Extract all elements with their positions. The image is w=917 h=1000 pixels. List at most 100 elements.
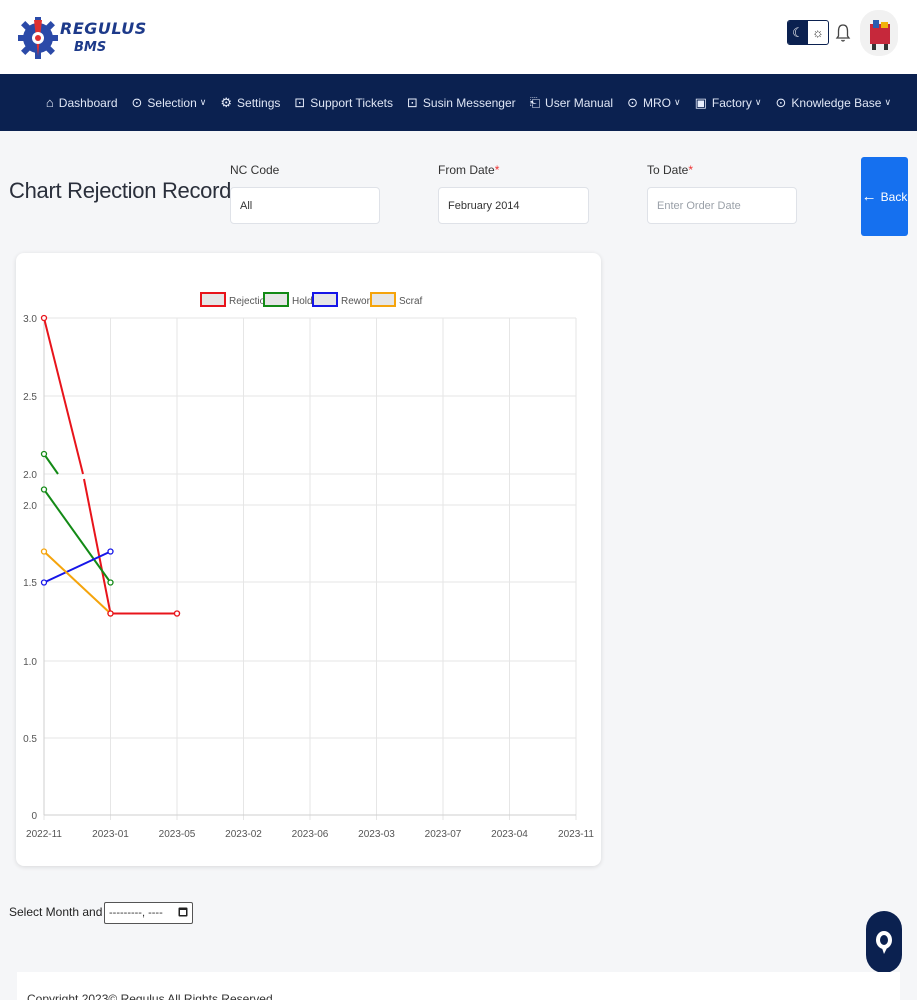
series-rejection (107, 610, 181, 617)
logo-line1: REGULUS (60, 19, 147, 38)
data-point (40, 548, 48, 555)
to-date-label: To Date* (647, 163, 694, 177)
nav-item-user-manual[interactable]: ⎗ User Manual (530, 95, 613, 111)
rejection-line-chart: 3.0 2.5 2.0 2.0 1.5 1.0 0.5 0 2022-11 2023-01 2023… (23, 292, 594, 840)
user-avatar[interactable] (860, 10, 898, 56)
chevron-down-icon: ∨ (754, 97, 762, 107)
to-date-input[interactable]: Enter Order Date (647, 187, 797, 224)
nav-item-factory[interactable]: ▣ Factory ∨ (695, 95, 762, 111)
check-circle-icon: ⊙ (131, 94, 143, 110)
clipboard-icon: ⎗ (529, 94, 541, 110)
nav-item-label: Selection (147, 95, 197, 110)
series-rejection (83, 478, 181, 617)
data-point (107, 610, 114, 617)
calendar-icon[interactable] (178, 906, 188, 920)
id-card-icon: ▣ (694, 94, 707, 110)
bell-icon[interactable] (834, 22, 852, 44)
arrow-left-icon: ← (861, 188, 877, 205)
series-line-hold (43, 488, 112, 584)
legend-swatch (200, 292, 226, 307)
logo-line2: BMS (74, 40, 107, 55)
nav-item-label: Settings (237, 95, 281, 110)
data-point (40, 450, 48, 458)
x-tick-label: 2023-11 (558, 829, 594, 840)
back-button[interactable]: ← Back (861, 157, 908, 236)
theme-toggle[interactable]: ☾ ☼ (787, 20, 829, 45)
gear-logo-icon (17, 12, 59, 62)
data-point (40, 486, 48, 493)
chat-bubble-icon (876, 931, 892, 954)
y-tick-label: 1.0 (23, 657, 37, 668)
nav-item-label: User Manual (545, 95, 614, 110)
top-header: REGULUS BMS ☾ ☼ (0, 0, 917, 74)
x-tick-label: 2023-05 (159, 829, 196, 840)
chat-button[interactable] (866, 911, 902, 973)
nc-code-select[interactable]: All (230, 187, 380, 224)
chevron-down-icon: ∨ (199, 97, 207, 107)
main-navbar: ⌂ Dashboard ⊙ Selection ∨ ⚙ Settings ⊡ Support T… (0, 74, 917, 131)
x-tick-label: 2022-11 (26, 829, 62, 840)
from-date-value: February 2014 (448, 199, 520, 212)
legend-item-rework: Rework (312, 292, 376, 307)
series-line-hold (43, 453, 59, 475)
footer: Copyright 2023© Regulus All Rights Reser… (17, 972, 900, 1000)
y-tick-label: 0 (31, 811, 37, 822)
x-tick-label: 2023-01 (92, 829, 129, 840)
legend-label: Scraf (399, 296, 423, 307)
legend-swatch (370, 292, 396, 307)
series-rejection (40, 314, 84, 475)
back-button-label: Back (880, 189, 908, 204)
y-tick-label: 3.0 (23, 314, 37, 325)
nav-item-dashboard[interactable]: ⌂ Dashboard (46, 95, 118, 110)
series-hold (40, 486, 114, 586)
nav-item-knowledge-base[interactable]: ⊙ Knowledge Base ∨ (775, 95, 891, 111)
chevron-down-icon: ∨ (673, 97, 681, 107)
ticket-icon: ⊡ (294, 94, 306, 110)
nc-code-value: All (240, 199, 253, 212)
data-point (40, 579, 48, 586)
nav-item-label: Factory (711, 95, 752, 110)
data-point (40, 314, 48, 322)
nav-item-support-tickets[interactable]: ⊡ Support Tickets (294, 95, 393, 111)
x-tick-label: 2023-06 (292, 829, 329, 840)
moon-icon[interactable]: ☾ (788, 21, 808, 44)
legend-item-scraf: Scraf (370, 292, 423, 307)
nav-item-label: MRO (642, 95, 671, 110)
nav-item-selection[interactable]: ⊙ Selection ∨ (132, 95, 207, 111)
from-date-input[interactable]: February 2014 (438, 187, 589, 224)
y-tick-label: 1.5 (23, 578, 37, 589)
data-point (107, 548, 114, 555)
page-title: Chart Rejection Record (9, 178, 232, 203)
y-tick-label: 0.5 (23, 734, 37, 745)
gear-icon: ⚙ (220, 94, 233, 110)
chevron-down-icon: ∨ (884, 97, 892, 107)
nav-item-label: Support Tickets (310, 95, 394, 110)
x-tick-label: 2023-02 (225, 829, 262, 840)
data-point (173, 610, 181, 617)
y-tick-label: 2.5 (23, 392, 37, 403)
nav-menu: ⌂ Dashboard ⊙ Selection ∨ ⚙ Settings ⊡ Support T… (0, 74, 917, 131)
month-year-input[interactable]: ---------, ---- (104, 902, 193, 924)
nav-item-label: Susin Messenger (422, 95, 516, 110)
legend-item-rejection: Rejection (200, 292, 271, 307)
y-tick-label: 2.0 (23, 470, 37, 481)
data-point (107, 579, 114, 586)
to-date-placeholder: Enter Order Date (657, 199, 741, 212)
check-circle-icon: ⊙ (775, 94, 787, 110)
month-year-value: ---------, ---- (109, 907, 163, 919)
copyright-text: Copyright 2023© Regulus All Rights Reser… (27, 992, 273, 1000)
x-tick-label: 2023-07 (425, 829, 462, 840)
nav-item-label: Dashboard (58, 95, 118, 110)
y-tick-label: 2.0 (23, 501, 37, 512)
nav-item-label: Knowledge Base (791, 95, 882, 110)
check-circle-icon: ⊙ (627, 94, 638, 110)
x-tick-label: 2023-03 (358, 829, 395, 840)
company-logo[interactable]: REGULUS BMS (17, 8, 146, 66)
logo-wordmark: REGULUS BMS (60, 19, 147, 55)
nav-item-susin-messenger[interactable]: ⊡ Susin Messenger (407, 95, 516, 111)
nav-item-settings[interactable]: ⚙ Settings (220, 95, 280, 111)
legend-item-hold: Hold (263, 292, 313, 307)
nav-item-mro[interactable]: ⊙ MRO ∨ (627, 95, 681, 111)
legend-swatch (312, 292, 338, 307)
sun-icon[interactable]: ☼ (808, 21, 828, 44)
